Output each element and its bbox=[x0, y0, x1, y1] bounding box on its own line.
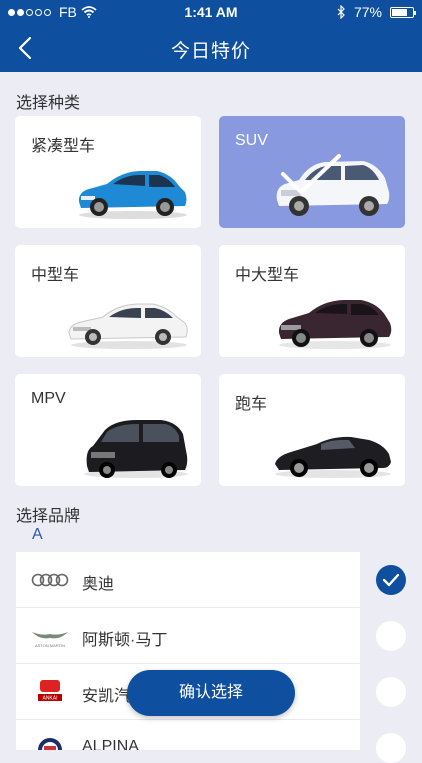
audi-logo-icon bbox=[31, 573, 69, 587]
brand-section-label: 选择品牌 bbox=[16, 508, 81, 525]
brand-list: 奥迪 ASTON MARTIN 阿斯顿·马丁 ANKAI 安凯汽车 ALPINA bbox=[16, 552, 360, 750]
category-card-suv[interactable]: SUV bbox=[219, 116, 405, 228]
confirm-selection-button[interactable]: 确认选择 bbox=[127, 670, 295, 716]
brand-radio-aston-martin[interactable] bbox=[376, 621, 406, 651]
midsize-car-image bbox=[68, 303, 188, 349]
brand-row-alpina[interactable]: ALPINA bbox=[16, 720, 360, 750]
brand-radio-alpina[interactable] bbox=[376, 733, 406, 763]
alpina-logo-icon bbox=[38, 738, 62, 750]
aston-martin-logo-icon: ASTON MARTIN bbox=[32, 632, 68, 648]
alphabet-index-letter: A bbox=[32, 526, 43, 543]
status-right: 77% bbox=[337, 4, 416, 20]
category-card-mpv[interactable]: MPV bbox=[15, 374, 201, 486]
brand-radio-ankai[interactable] bbox=[376, 677, 406, 707]
fullsize-car-image bbox=[278, 300, 392, 349]
ankai-logo-icon: ANKAI bbox=[38, 680, 62, 702]
category-card-label: 中型车 bbox=[31, 267, 80, 284]
battery-percent: 77% bbox=[353, 4, 382, 20]
page-title: 今日特价 bbox=[170, 41, 251, 62]
battery-icon bbox=[390, 6, 416, 18]
category-card-label: 中大型车 bbox=[235, 267, 300, 284]
mpv-car-image bbox=[84, 420, 188, 478]
battery-level bbox=[392, 8, 408, 16]
brand-name: 阿斯顿·马丁 bbox=[82, 632, 168, 649]
header: FB 1:41 AM 77% 今日特价 bbox=[0, 0, 422, 72]
category-card-compact[interactable]: 紧凑型车 bbox=[15, 116, 201, 228]
bluetooth-icon bbox=[337, 5, 345, 19]
sports-car-image bbox=[275, 436, 391, 478]
category-card-label: 紧凑型车 bbox=[31, 138, 96, 155]
brand-name: 奥迪 bbox=[82, 576, 115, 593]
status-bar: FB 1:41 AM 77% bbox=[0, 0, 422, 24]
category-card-label: SUV bbox=[235, 132, 268, 149]
category-card-midsize[interactable]: 中型车 bbox=[15, 245, 201, 357]
category-card-sports[interactable]: 跑车 bbox=[219, 374, 405, 486]
nav-bar: 今日特价 bbox=[0, 24, 422, 72]
ankai-logo-text: ANKAI bbox=[42, 696, 57, 702]
selected-check-icon bbox=[281, 154, 341, 194]
compact-car-image bbox=[78, 171, 187, 219]
brand-row-aston-martin[interactable]: ASTON MARTIN 阿斯顿·马丁 bbox=[16, 608, 360, 664]
aston-martin-logo-text: ASTON MARTIN bbox=[35, 643, 65, 648]
category-card-label: 跑车 bbox=[235, 396, 268, 413]
category-section-label: 选择种类 bbox=[16, 95, 81, 112]
brand-name: ALPINA bbox=[82, 738, 139, 750]
checkmark-icon bbox=[382, 573, 400, 587]
category-card-fullsize[interactable]: 中大型车 bbox=[219, 245, 405, 357]
brand-row-audi[interactable]: 奥迪 bbox=[16, 552, 360, 608]
brand-radio-audi[interactable] bbox=[376, 565, 406, 595]
back-arrow-icon[interactable] bbox=[10, 30, 46, 66]
category-card-label: MPV bbox=[31, 390, 66, 407]
